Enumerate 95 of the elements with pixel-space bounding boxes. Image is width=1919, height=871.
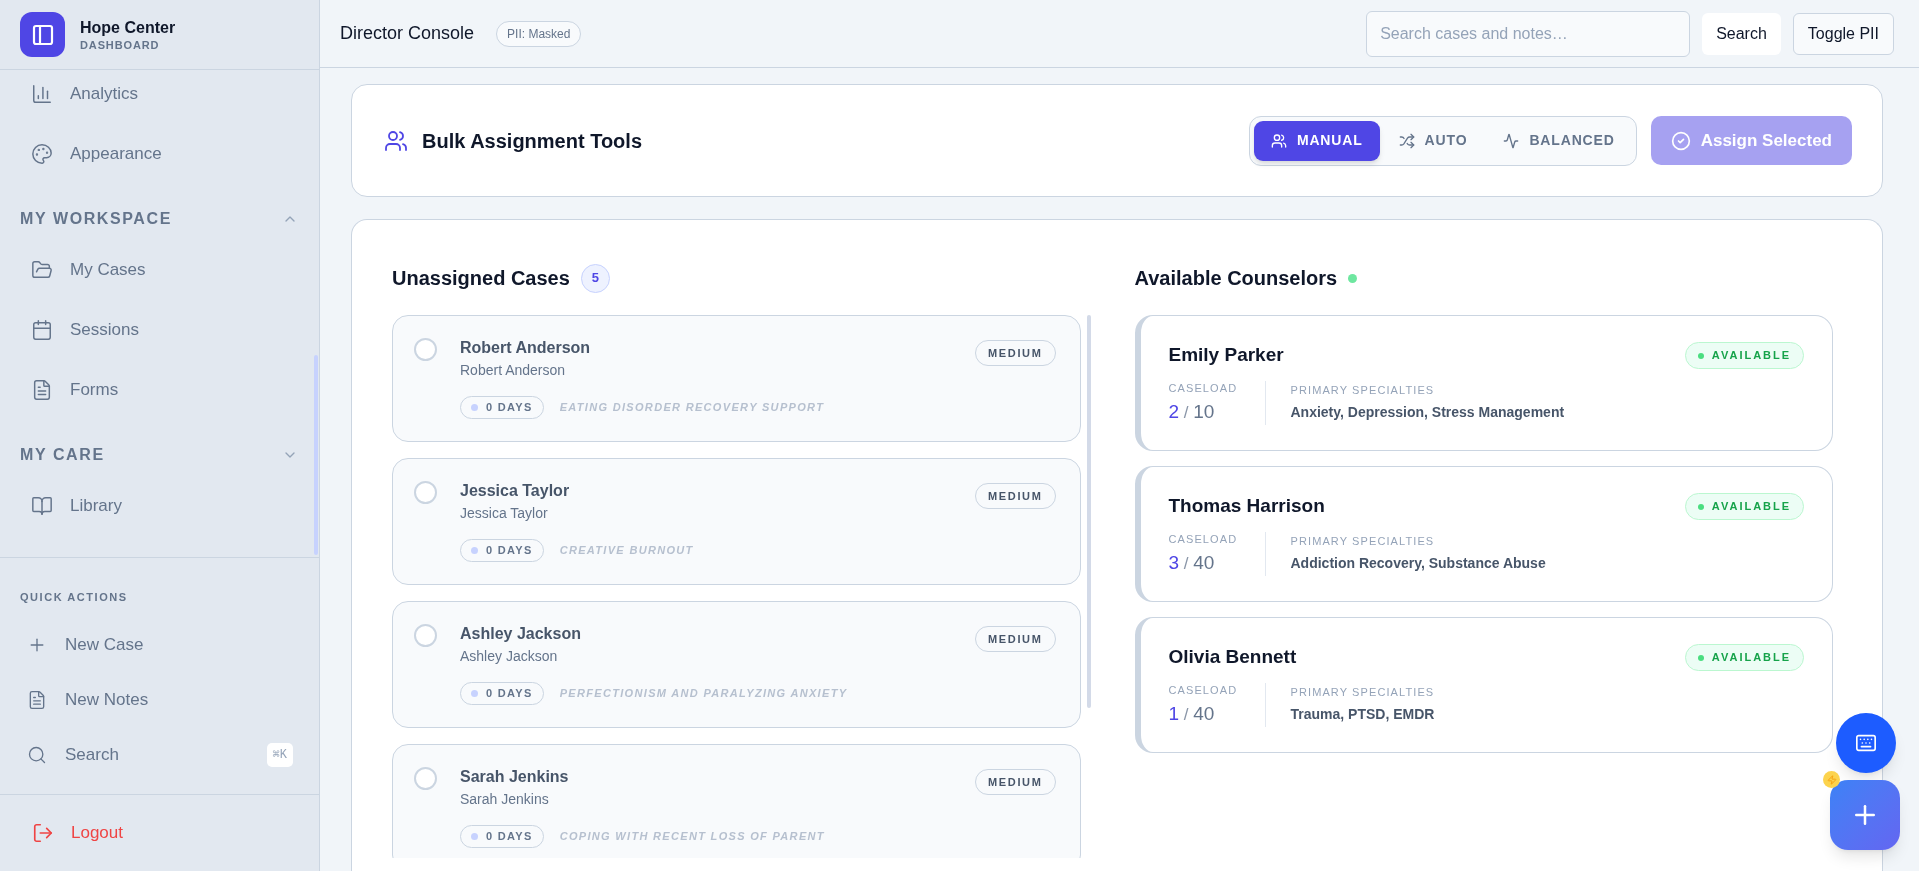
brand-name: Hope Center xyxy=(80,17,176,38)
case-name: Ashley Jackson xyxy=(460,624,581,644)
client-name: Sarah Jenkins xyxy=(460,790,550,809)
radio-button[interactable] xyxy=(414,624,437,647)
toolbar-title: Bulk Assignment Tools xyxy=(422,128,643,154)
case-card[interactable]: Ashley Jackson Ashley Jackson MEDIUM 0 DAYS PERFECTIONISM AND PARALYZING ANXIETY xyxy=(392,601,1081,728)
client-name: Robert Anderson xyxy=(460,361,567,380)
users-icon xyxy=(384,128,408,153)
case-name: Robert Anderson xyxy=(460,338,591,358)
counselor-card[interactable]: Thomas Harrison AVAILABLE CASELOAD 3 / 40 PRIMARY SPECIALTIES Addiction Recovery, Substance Abuse xyxy=(1134,466,1833,602)
field-label: PRIMARY SPECIALTIES xyxy=(1290,383,1436,397)
sidebar-item[interactable]: Appearance xyxy=(12,130,307,178)
caseload-value: 2 / 10 xyxy=(1168,400,1216,424)
palette-icon xyxy=(31,143,53,165)
field-label: PRIMARY SPECIALTIES xyxy=(1290,685,1435,699)
search-icon xyxy=(27,745,47,765)
field-label: CASELOAD xyxy=(1168,381,1239,395)
sidebar-item[interactable]: My Cases xyxy=(12,246,307,294)
caseload-value: 1 / 40 xyxy=(1168,702,1216,726)
sidebar-item[interactable]: Analytics xyxy=(12,70,307,118)
case-name: Jessica Taylor xyxy=(460,481,570,501)
calendar-icon xyxy=(31,319,53,341)
section-heading: MY CARE xyxy=(20,445,105,465)
quick-action[interactable]: New Case xyxy=(12,623,307,667)
document-icon xyxy=(31,379,53,401)
specialties-text: Anxiety, Depression, Stress Management xyxy=(1290,403,1565,421)
case-topic: COPING WITH RECENT LOSS OF PARENT xyxy=(559,829,825,845)
logout-button[interactable]: Logout xyxy=(12,809,307,857)
radio-button[interactable] xyxy=(414,481,437,504)
shuffle-icon xyxy=(1398,132,1415,149)
document-icon xyxy=(27,690,47,710)
count-badge: 5 xyxy=(580,263,610,293)
logout-icon xyxy=(32,822,54,844)
users-icon xyxy=(1270,132,1287,149)
sidebar-item[interactable]: Forms xyxy=(12,366,307,414)
radio-button[interactable] xyxy=(414,767,437,790)
case-topic: CREATIVE BURNOUT xyxy=(559,543,694,559)
priority-badge: MEDIUM xyxy=(975,483,1056,509)
days-text: 0 DAYS xyxy=(486,686,533,702)
priority-badge: MEDIUM xyxy=(975,340,1056,366)
case-topic: EATING DISORDER RECOVERY SUPPORT xyxy=(559,400,825,416)
specialties-text: Addiction Recovery, Substance Abuse xyxy=(1290,554,1546,572)
folder-icon xyxy=(31,259,53,281)
priority-badge: MEDIUM xyxy=(975,769,1056,795)
book-icon xyxy=(31,495,53,517)
search-button[interactable]: Search xyxy=(1702,12,1781,55)
bar-chart-icon xyxy=(31,83,53,105)
add-button[interactable] xyxy=(1830,780,1900,850)
counselor-card[interactable]: Olivia Bennett AVAILABLE CASELOAD 1 / 40 PRIMARY SPECIALTIES Trauma, PTSD, EMDR xyxy=(1134,617,1833,753)
field-label: PRIMARY SPECIALTIES xyxy=(1290,534,1436,548)
priority-badge: MEDIUM xyxy=(975,626,1056,652)
brand-subtitle: DASHBOARD xyxy=(80,37,161,52)
page-title: Director Console xyxy=(340,22,475,45)
sidebar-item[interactable]: Sessions xyxy=(12,306,307,354)
counselor-name: Olivia Bennett xyxy=(1168,645,1297,669)
column-heading: Available Counselors xyxy=(1134,266,1338,291)
toggle-button[interactable]: Toggle PII xyxy=(1792,12,1894,55)
pii-badge: PII: Masked xyxy=(496,20,582,47)
counselor-card[interactable]: Emily Parker AVAILABLE CASELOAD 2 / 10 PRIMARY SPECIALTIES Anxiety, Depression, Stress Management xyxy=(1134,315,1833,451)
counselor-name: Thomas Harrison xyxy=(1168,494,1325,518)
specialties-text: Trauma, PTSD, EMDR xyxy=(1290,705,1435,723)
field-label: CASELOAD xyxy=(1168,683,1239,697)
status-text: AVAILABLE xyxy=(1711,650,1791,666)
section-heading: QUICK ACTIONS xyxy=(19,590,129,605)
counselor-name: Emily Parker xyxy=(1168,343,1284,367)
client-name: Ashley Jackson xyxy=(460,647,559,666)
mode-tab[interactable]: BALANCED xyxy=(1486,120,1632,161)
shortcut-key: ⌘K xyxy=(266,743,293,767)
section-heading: MY WORKSPACE xyxy=(20,209,172,229)
keyboard-icon xyxy=(1855,732,1877,754)
radio-button[interactable] xyxy=(414,338,437,361)
status-text: AVAILABLE xyxy=(1711,348,1791,364)
days-text: 0 DAYS xyxy=(486,543,533,559)
case-card[interactable]: Jessica Taylor Jessica Taylor MEDIUM 0 DAYS CREATIVE BURNOUT xyxy=(392,458,1081,585)
quick-action[interactable]: Search ⌘K xyxy=(12,733,307,777)
quick-action[interactable]: New Notes xyxy=(12,678,307,722)
client-name: Jessica Taylor xyxy=(460,504,549,523)
mode-tab[interactable]: MANUAL xyxy=(1253,120,1380,161)
caseload-value: 3 / 40 xyxy=(1168,551,1216,575)
column-heading: Unassigned Cases xyxy=(392,266,570,291)
mode-tab[interactable]: AUTO xyxy=(1381,120,1485,161)
panel-logo-icon xyxy=(20,12,65,57)
field-label: CASELOAD xyxy=(1168,532,1239,546)
days-text: 0 DAYS xyxy=(486,400,533,416)
case-name: Sarah Jenkins xyxy=(460,767,569,787)
case-card[interactable]: Robert Anderson Robert Anderson MEDIUM 0 DAYS EATING DISORDER RECOVERY SUPPORT xyxy=(392,315,1081,442)
check-circle-icon xyxy=(1670,130,1691,151)
search-field[interactable]: Search cases and notes… xyxy=(1366,10,1691,57)
sidebar-item[interactable]: Library xyxy=(12,482,307,530)
days-text: 0 DAYS xyxy=(486,829,533,845)
status-text: AVAILABLE xyxy=(1711,499,1791,515)
pulse-icon xyxy=(1503,132,1520,149)
case-card[interactable]: Sarah Jenkins Sarah Jenkins MEDIUM 0 DAYS COPING WITH RECENT LOSS OF PARENT xyxy=(392,744,1081,858)
case-topic: PERFECTIONISM AND PARALYZING ANXIETY xyxy=(559,686,848,702)
scrollbar-thumb[interactable] xyxy=(1086,315,1091,708)
